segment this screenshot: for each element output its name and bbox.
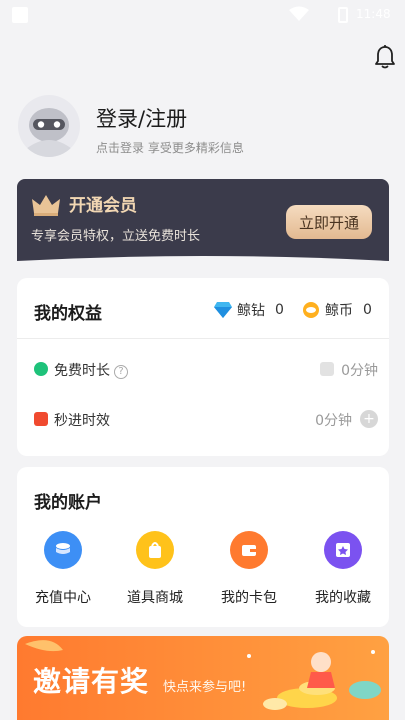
diamond-stat[interactable]: 鲸钻 0 — [213, 300, 284, 320]
status-bar: 11:48 — [0, 0, 405, 30]
default-avatar-icon — [26, 108, 72, 157]
vip-subtitle: 专享会员特权，立送免费时长 — [31, 229, 201, 244]
diamond-icon — [214, 302, 232, 318]
add-icon[interactable]: + — [360, 410, 378, 428]
vip-banner[interactable]: 开通会员 专享会员特权，立送免费时长 立即开通 — [17, 179, 389, 267]
coin-icon — [303, 302, 319, 318]
my-account-card: 我的账户 充值中心 道具商城 我的卡包 我的收藏 — [17, 467, 389, 627]
favorite-icon — [324, 531, 362, 569]
clock-icon — [34, 362, 48, 376]
wifi-icon — [289, 6, 309, 21]
help-icon[interactable]: ? — [114, 365, 128, 379]
item-shop-button[interactable]: 道具商城 — [115, 531, 195, 607]
favorites-label: 我的收藏 — [315, 590, 371, 606]
speed-row[interactable]: 秒进时效 0分钟 + — [34, 408, 378, 432]
login-title[interactable]: 登录/注册 — [96, 103, 187, 133]
wave-decoration — [17, 256, 389, 267]
coin-label: 鲸币 — [325, 303, 353, 319]
battery-icon — [338, 7, 348, 23]
diamond-label: 鲸钻 — [237, 303, 265, 319]
open-vip-button[interactable]: 立即开通 — [286, 205, 372, 239]
diamond-count: 0 — [275, 302, 284, 318]
recharge-label: 充值中心 — [35, 590, 91, 606]
shop-label: 道具商城 — [127, 590, 183, 606]
login-subtitle: 点击登录 享受更多精彩信息 — [96, 141, 244, 155]
bell-icon[interactable] — [373, 44, 397, 70]
speed-label: 秒进时效 — [54, 413, 110, 429]
my-rights-card: 我的权益 鲸钻 0 鲸币 0 免费时长? 0分钟 秒进时效 0分钟 + — [17, 278, 389, 456]
free-time-value: 0分钟 — [341, 363, 378, 379]
shop-bag-icon — [136, 531, 174, 569]
free-time-label: 免费时长 — [54, 363, 110, 379]
status-time: 11:48 — [356, 7, 391, 21]
account-title: 我的账户 — [34, 493, 102, 513]
coin-stat[interactable]: 鲸币 0 — [301, 300, 372, 320]
invite-subtitle: 快点来参与吧! — [163, 680, 247, 695]
recharge-icon — [44, 531, 82, 569]
wallet-label: 我的卡包 — [221, 590, 277, 606]
vip-title: 开通会员 — [69, 196, 137, 216]
lock-icon — [320, 362, 334, 376]
speed-value: 0分钟 — [315, 413, 352, 429]
rights-title: 我的权益 — [34, 304, 102, 324]
favorites-button[interactable]: 我的收藏 — [303, 531, 383, 607]
card-wallet-button[interactable]: 我的卡包 — [209, 531, 289, 607]
invite-title: 邀请有奖 — [33, 665, 150, 698]
invite-banner[interactable]: 邀请有奖 快点来参与吧! — [17, 636, 389, 720]
notification-icon — [12, 7, 28, 23]
avatar[interactable] — [18, 95, 80, 157]
speed-icon — [34, 412, 48, 426]
recharge-center-button[interactable]: 充值中心 — [23, 531, 103, 607]
wallet-icon — [230, 531, 268, 569]
crown-icon — [32, 195, 60, 216]
free-time-row[interactable]: 免费时长? 0分钟 — [34, 358, 378, 382]
divider — [17, 338, 389, 339]
login-profile[interactable]: 登录/注册 点击登录 享受更多精彩信息 — [18, 95, 388, 165]
coin-count: 0 — [363, 302, 372, 318]
